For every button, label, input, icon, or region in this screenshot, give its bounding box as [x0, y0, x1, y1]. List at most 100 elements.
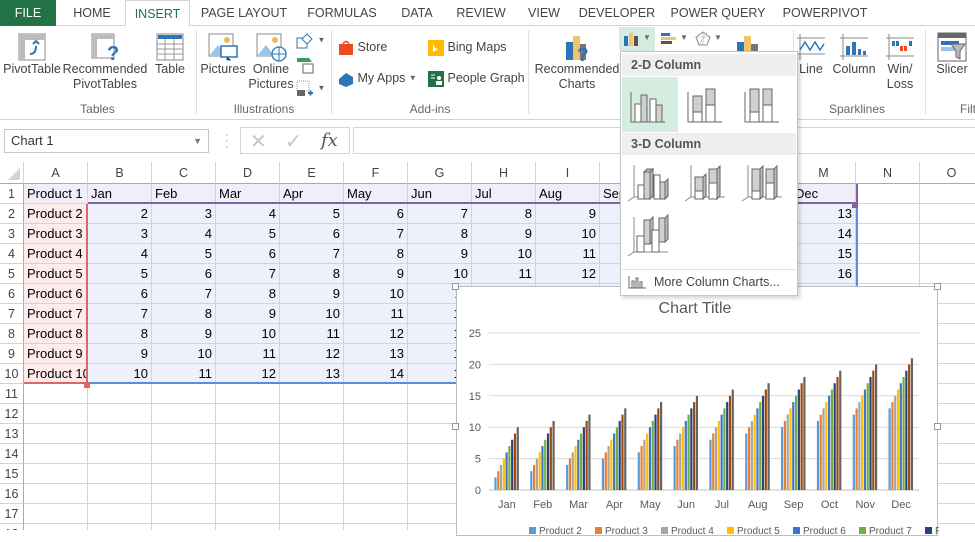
screenshot-button[interactable]: ▼	[296, 78, 325, 98]
bar-product-3-jun[interactable]	[676, 439, 679, 490]
bar-product-5-feb[interactable]	[538, 452, 541, 490]
column-header[interactable]: H	[472, 162, 536, 184]
bar-product-9-oct[interactable]	[836, 376, 839, 490]
empty-cell[interactable]	[280, 524, 344, 530]
bar-product-2-nov[interactable]	[852, 414, 855, 490]
bar-product-5-apr[interactable]	[610, 439, 613, 490]
row-header[interactable]: 3	[0, 224, 24, 244]
tab-file[interactable]: FILE	[0, 0, 56, 26]
more-column-charts-link[interactable]: More Column Charts...	[622, 269, 796, 293]
bar-product-4-feb[interactable]	[535, 458, 538, 490]
empty-cell[interactable]	[280, 464, 344, 484]
sparkline-line-button[interactable]: Line	[796, 32, 826, 77]
row-header[interactable]: 8	[0, 324, 24, 344]
bar-product-5-may[interactable]	[646, 433, 649, 490]
empty-cell[interactable]	[344, 444, 408, 464]
bar-product-2-jul[interactable]	[709, 439, 712, 490]
legend-entry[interactable]: Product 8	[935, 526, 975, 537]
tab-insert[interactable]: INSERT	[125, 0, 190, 27]
bar-product-4-jun[interactable]	[679, 433, 682, 490]
empty-cell[interactable]	[24, 384, 88, 404]
bar-product-8-aug[interactable]	[761, 395, 765, 490]
bar-product-7-feb[interactable]	[544, 439, 547, 490]
bar-product-5-sep[interactable]	[789, 408, 792, 490]
enter-icon[interactable]: ✓	[285, 129, 302, 154]
legend-entry[interactable]: Product 6	[803, 526, 846, 537]
bar-product-6-mar[interactable]	[577, 439, 580, 490]
bar-product-10-apr[interactable]	[624, 408, 627, 490]
bar-product-9-feb[interactable]	[549, 427, 552, 490]
bar-product-8-dec[interactable]	[905, 370, 908, 490]
empty-cell[interactable]	[88, 524, 152, 530]
row-header[interactable]: 2	[0, 204, 24, 224]
bar-product-4-oct[interactable]	[822, 408, 825, 490]
resize-handle[interactable]	[452, 283, 459, 290]
row-header[interactable]: 13	[0, 424, 24, 444]
empty-cell[interactable]	[280, 424, 344, 444]
bar-product-9-jun[interactable]	[693, 402, 696, 490]
bar-product-4-jul[interactable]	[714, 427, 718, 490]
empty-cell[interactable]	[88, 404, 152, 424]
bar-product-6-nov[interactable]	[863, 389, 867, 490]
slicer-button[interactable]: Slicer	[932, 32, 972, 77]
bar-product-7-jun[interactable]	[687, 414, 690, 490]
my-apps-dropdown-arrow[interactable]: ▼	[409, 74, 417, 83]
row-header[interactable]: 11	[0, 384, 24, 404]
legend-entry[interactable]: Product 2	[539, 526, 582, 537]
bar-product-8-feb[interactable]	[546, 433, 550, 490]
3d-clustered-column-option[interactable]	[622, 157, 678, 212]
empty-cell[interactable]	[216, 464, 280, 484]
empty-cell[interactable]	[152, 424, 216, 444]
empty-cell[interactable]	[24, 424, 88, 444]
empty-cell[interactable]	[344, 464, 408, 484]
bar-product-3-sep[interactable]	[783, 420, 787, 490]
bar-product-9-may[interactable]	[657, 408, 660, 490]
bar-product-10-jan[interactable]	[516, 427, 519, 490]
bar-product-4-sep[interactable]	[786, 414, 789, 490]
bar-product-10-jun[interactable]	[695, 395, 699, 490]
empty-cell[interactable]	[88, 384, 152, 404]
bar-product-9-nov[interactable]	[872, 370, 875, 490]
row-header[interactable]: 6	[0, 284, 24, 304]
bar-product-5-aug[interactable]	[753, 414, 756, 490]
empty-cell[interactable]	[152, 504, 216, 524]
empty-cell[interactable]	[920, 264, 975, 284]
bar-product-2-feb[interactable]	[530, 471, 533, 490]
tab-power-query[interactable]: POWER QUERY	[670, 0, 766, 26]
bar-product-3-oct[interactable]	[819, 414, 822, 490]
bar-product-10-dec[interactable]	[910, 358, 914, 490]
bar-product-8-jul[interactable]	[726, 402, 729, 490]
empty-cell[interactable]	[88, 484, 152, 504]
tab-page-layout[interactable]: PAGE LAYOUT	[196, 0, 292, 26]
bar-product-3-may[interactable]	[640, 446, 643, 490]
column-header[interactable]: E	[280, 162, 344, 184]
bar-product-9-jan[interactable]	[513, 433, 517, 490]
bar-product-7-dec[interactable]	[902, 376, 905, 490]
empty-cell[interactable]	[280, 404, 344, 424]
bar-product-3-aug[interactable]	[747, 427, 751, 490]
bar-product-7-oct[interactable]	[830, 389, 833, 490]
bar-product-2-mar[interactable]	[566, 464, 569, 490]
bar-product-2-aug[interactable]	[745, 433, 748, 490]
bar-product-9-sep[interactable]	[800, 383, 803, 490]
bar-product-7-jul[interactable]	[723, 408, 726, 490]
bar-product-10-nov[interactable]	[875, 364, 878, 490]
chevron-down-icon[interactable]: ▼	[193, 130, 202, 152]
bar-product-2-jun[interactable]	[673, 446, 676, 490]
radar-chart-dropdown-button[interactable]: ▼	[692, 27, 728, 51]
empty-cell[interactable]	[152, 524, 216, 530]
bar-product-5-dec[interactable]	[896, 389, 900, 490]
bar-product-10-feb[interactable]	[552, 420, 555, 490]
bar-product-6-dec[interactable]	[899, 383, 902, 490]
pivottable-button[interactable]: PivotTable	[2, 32, 62, 77]
bar-product-8-jun[interactable]	[690, 408, 693, 490]
cancel-icon[interactable]: ✕	[250, 129, 267, 154]
empty-cell[interactable]	[280, 504, 344, 524]
bar-product-2-oct[interactable]	[816, 420, 820, 490]
bar-product-10-aug[interactable]	[767, 383, 770, 490]
row-header[interactable]: 17	[0, 504, 24, 524]
empty-cell[interactable]	[216, 384, 280, 404]
bar-product-3-feb[interactable]	[532, 464, 536, 490]
row-header[interactable]: 16	[0, 484, 24, 504]
bar-product-7-aug[interactable]	[759, 402, 762, 490]
